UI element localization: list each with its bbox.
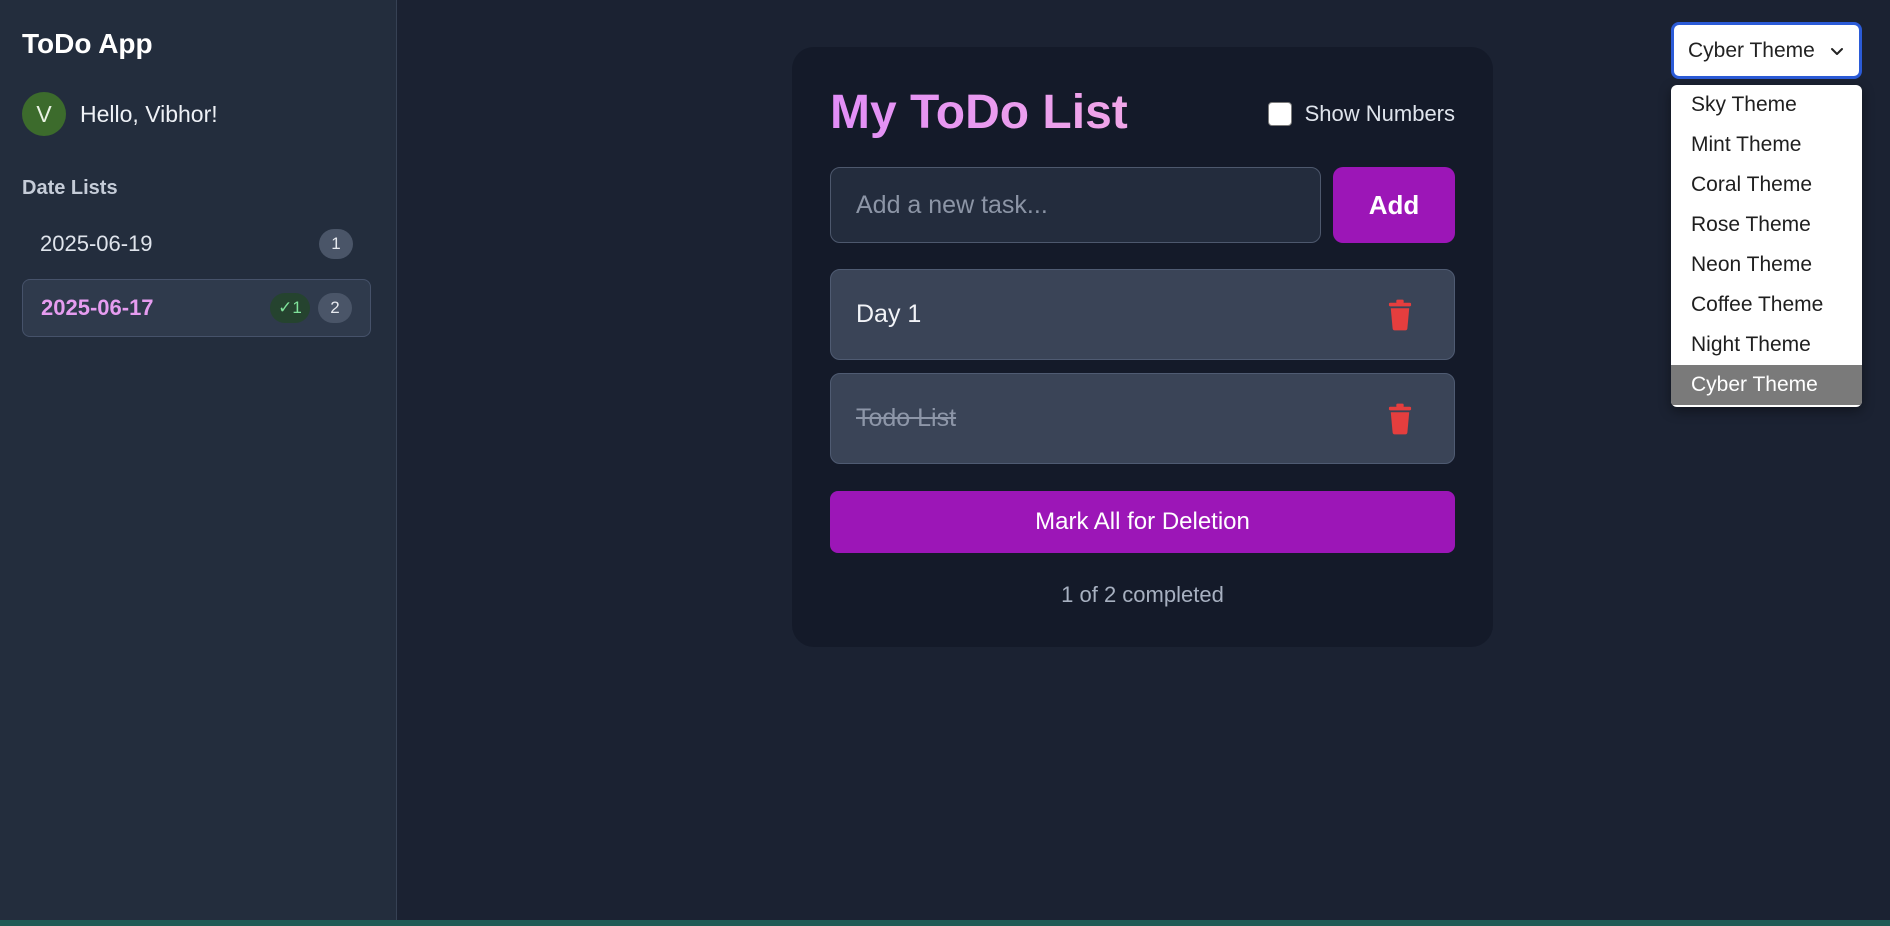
task-count-badge: 2 xyxy=(318,293,352,323)
task-count-badge: 1 xyxy=(319,229,353,259)
task-item-completed[interactable]: Todo List xyxy=(830,373,1455,464)
date-list-item-active[interactable]: 2025-06-17 ✓1 2 xyxy=(22,279,371,337)
task-text: Todo List xyxy=(856,404,957,432)
theme-option-neon[interactable]: Neon Theme xyxy=(1671,245,1862,285)
trash-icon[interactable] xyxy=(1385,403,1415,435)
user-greeting: Hello, Vibhor! xyxy=(80,100,218,127)
app-root: ToDo App V Hello, Vibhor! Date Lists 202… xyxy=(0,0,1890,926)
theme-select-value: Cyber Theme xyxy=(1688,38,1815,62)
bottom-edge-strip xyxy=(0,920,1890,926)
new-task-input[interactable] xyxy=(830,167,1321,243)
completion-status: 1 of 2 completed xyxy=(1061,582,1224,607)
theme-option-night[interactable]: Night Theme xyxy=(1671,325,1862,365)
theme-select[interactable]: Cyber Theme xyxy=(1671,22,1862,79)
trash-icon[interactable] xyxy=(1385,299,1415,331)
show-numbers-toggle[interactable]: Show Numbers xyxy=(1267,101,1455,127)
chevron-down-icon xyxy=(1831,47,1843,55)
page-title: My ToDo List xyxy=(830,86,1128,139)
user-info: V Hello, Vibhor! xyxy=(22,92,218,136)
theme-option-coral[interactable]: Coral Theme xyxy=(1671,165,1862,205)
theme-option-sky[interactable]: Sky Theme xyxy=(1671,85,1862,125)
date-list-label: 2025-06-17 xyxy=(41,295,154,320)
show-numbers-label: Show Numbers xyxy=(1304,101,1455,126)
theme-option-coffee[interactable]: Coffee Theme xyxy=(1671,285,1862,325)
avatar: V xyxy=(22,92,66,136)
date-list-label: 2025-06-19 xyxy=(40,231,153,256)
sidebar: ToDo App V Hello, Vibhor! Date Lists 202… xyxy=(0,0,397,920)
date-list-item[interactable]: 2025-06-19 1 xyxy=(22,215,371,273)
completed-count-badge: ✓1 xyxy=(270,293,310,323)
show-numbers-checkbox[interactable] xyxy=(1267,102,1292,126)
theme-option-rose[interactable]: Rose Theme xyxy=(1671,205,1862,245)
todo-card: My ToDo List Show Numbers Add Day 1 Todo… xyxy=(792,47,1493,647)
mark-all-deletion-button[interactable]: Mark All for Deletion xyxy=(830,491,1455,553)
task-text: Day 1 xyxy=(856,300,922,328)
theme-option-cyber[interactable]: Cyber Theme xyxy=(1671,365,1862,405)
task-item[interactable]: Day 1 xyxy=(830,269,1455,360)
add-task-button[interactable]: Add xyxy=(1333,167,1455,243)
app-title: ToDo App xyxy=(22,28,153,59)
theme-option-mint[interactable]: Mint Theme xyxy=(1671,125,1862,165)
date-lists-heading: Date Lists xyxy=(22,177,118,199)
theme-dropdown-menu: Sky Theme Mint Theme Coral Theme Rose Th… xyxy=(1671,85,1862,407)
